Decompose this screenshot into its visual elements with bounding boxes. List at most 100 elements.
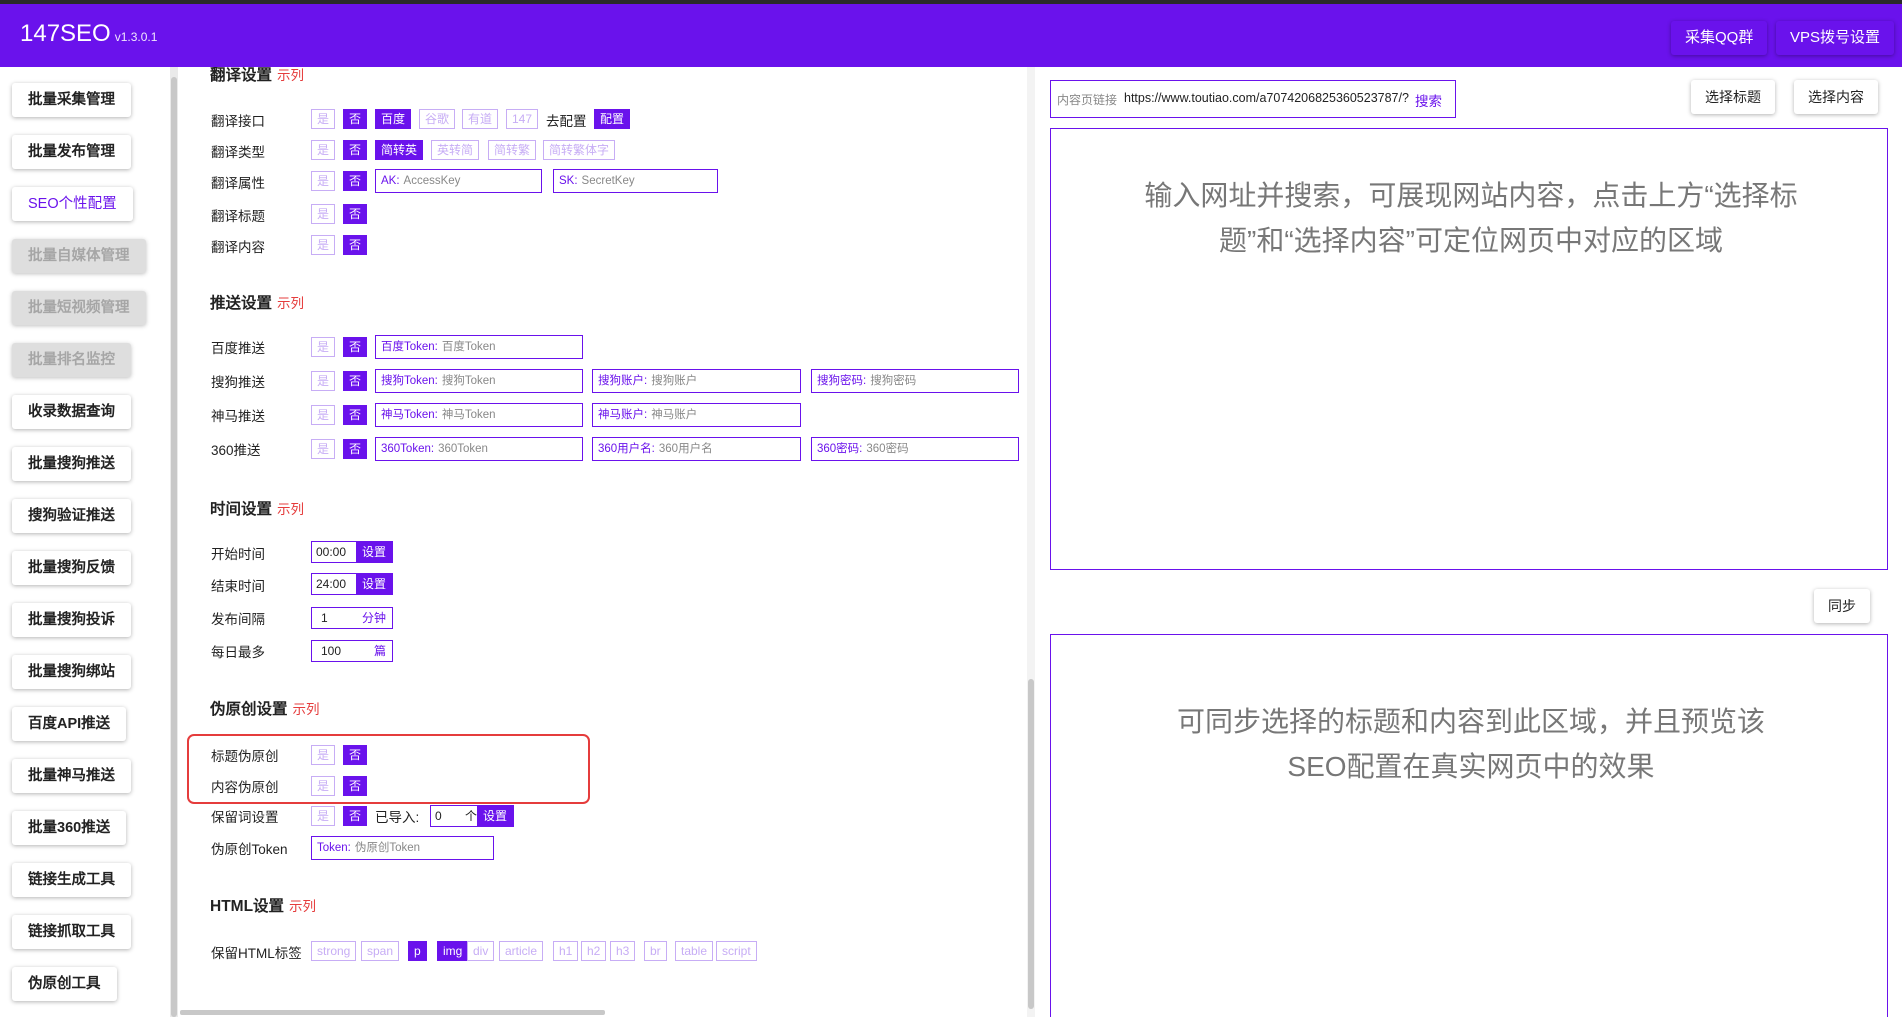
keep-words-no[interactable]: 否 xyxy=(343,806,368,826)
shenma-push-no[interactable]: 否 xyxy=(343,405,368,425)
title-rewrite-yes[interactable]: 是 xyxy=(311,745,336,765)
translate-type-s2t-char[interactable]: 简转繁体字 xyxy=(543,140,616,160)
translate-attr-no[interactable]: 否 xyxy=(343,171,368,191)
translate-type-s2en[interactable]: 简转英 xyxy=(375,140,424,160)
translate-api-youdao[interactable]: 有道 xyxy=(462,109,499,129)
html-tag-br[interactable]: br xyxy=(644,941,667,961)
seo-preview-area[interactable]: 可同步选择的标题和内容到此区域，并且预览该 SEO配置在真实网页中的效果 xyxy=(1050,634,1888,1017)
sidebar-item-18[interactable]: 伪原创工具 xyxy=(12,967,117,1001)
content-rewrite-yes[interactable]: 是 xyxy=(311,776,336,796)
html-tag-table[interactable]: table xyxy=(675,941,714,961)
baidu-push-yes[interactable]: 是 xyxy=(311,337,336,357)
baidu-token-field[interactable]: 百度Token: 百度Token xyxy=(375,335,583,359)
sync-button[interactable]: 同步 xyxy=(1814,589,1870,623)
translate-content-yes[interactable]: 是 xyxy=(311,235,336,255)
sidebar-item-13[interactable]: 百度API推送 xyxy=(12,707,127,741)
html-tag-strong[interactable]: strong xyxy=(311,941,357,961)
select-title-button[interactable]: 选择标题 xyxy=(1691,80,1775,114)
translate-type-no[interactable]: 否 xyxy=(343,140,368,160)
translate-type-yes[interactable]: 是 xyxy=(311,140,336,160)
shenma-push-yes[interactable]: 是 xyxy=(311,405,336,425)
daily-max-input[interactable]: 100 篇 xyxy=(311,640,393,662)
html-tag-img[interactable]: img xyxy=(437,941,469,961)
html-tag-div[interactable]: div xyxy=(467,941,495,961)
end-time-set-button[interactable]: 设置 xyxy=(355,574,392,594)
sidebar-scrollbar[interactable] xyxy=(170,67,178,1017)
settings-horizontal-scroll-thumb[interactable] xyxy=(180,1010,605,1015)
webpage-preview-area[interactable]: 输入网址并搜索，可展现网站内容，点击上方“选择标 题”和“选择内容”可定位网页中… xyxy=(1050,128,1888,570)
s360-username-field[interactable]: 360用户名: 360用户名 xyxy=(592,437,801,461)
sidebar-item-9[interactable]: 搜狗验证推送 xyxy=(12,499,131,533)
start-time-input[interactable]: 00:00 设置 xyxy=(311,541,393,563)
sidebar-item-10[interactable]: 批量搜狗反馈 xyxy=(12,551,131,585)
content-rewrite-no[interactable]: 否 xyxy=(343,776,368,796)
access-key-field[interactable]: AK: AccessKey xyxy=(375,169,542,193)
content-url-box[interactable]: 内容页链接 https://www.toutiao.com/a707420682… xyxy=(1050,80,1456,118)
translate-type-en2s[interactable]: 英转简 xyxy=(431,140,480,160)
sidebar-item-1[interactable]: 批量采集管理 xyxy=(12,83,131,117)
translate-config-button[interactable]: 配置 xyxy=(594,109,631,129)
end-time-input[interactable]: 24:00 设置 xyxy=(311,573,393,595)
sidebar-item-4[interactable]: 批量自媒体管理 xyxy=(12,239,146,273)
sidebar-item-3[interactable]: SEO个性配置 xyxy=(12,187,133,221)
translate-title-yes[interactable]: 是 xyxy=(311,204,336,224)
sidebar-item-16[interactable]: 链接生成工具 xyxy=(12,863,131,897)
sidebar-item-7[interactable]: 收录数据查询 xyxy=(12,395,131,429)
sidebar-item-5[interactable]: 批量短视频管理 xyxy=(12,291,146,325)
translate-type-s2t[interactable]: 简转繁 xyxy=(488,140,537,160)
sogou-push-no[interactable]: 否 xyxy=(343,371,368,391)
translate-api-no[interactable]: 否 xyxy=(343,109,368,129)
html-tag-article[interactable]: article xyxy=(499,941,544,961)
interval-input[interactable]: 1 分钟 xyxy=(311,607,393,629)
shenma-account-field[interactable]: 神马账户: 神马账户 xyxy=(592,403,801,427)
sidebar-item-12[interactable]: 批量搜狗绑站 xyxy=(12,655,131,689)
s360-token-field[interactable]: 360Token: 360Token xyxy=(375,437,583,461)
sidebar-item-15[interactable]: 批量360推送 xyxy=(12,811,127,845)
html-tag-h1[interactable]: h1 xyxy=(553,941,579,961)
push-example-link[interactable]: 示列 xyxy=(277,296,304,311)
shenma-token-field[interactable]: 神马Token: 神马Token xyxy=(375,403,583,427)
html-tag-h2[interactable]: h2 xyxy=(581,941,607,961)
sidebar-item-14[interactable]: 批量神马推送 xyxy=(12,759,131,793)
html-tag-script[interactable]: script xyxy=(716,941,757,961)
content-url-input[interactable]: https://www.toutiao.com/a707420682536052… xyxy=(1124,91,1409,105)
sidebar-item-2[interactable]: 批量发布管理 xyxy=(12,135,131,169)
translate-example-link[interactable]: 示列 xyxy=(277,68,304,83)
imported-count-input[interactable]: 0 个设置 xyxy=(430,805,514,827)
translate-title-no[interactable]: 否 xyxy=(343,204,368,224)
translate-attr-yes[interactable]: 是 xyxy=(311,171,336,191)
translate-api-google[interactable]: 谷歌 xyxy=(419,109,456,129)
sogou-push-yes[interactable]: 是 xyxy=(311,371,336,391)
keep-words-set-button[interactable]: 设置 xyxy=(476,806,513,826)
sidebar-item-8[interactable]: 批量搜狗推送 xyxy=(12,447,131,481)
sogou-account-field[interactable]: 搜狗账户: 搜狗账户 xyxy=(592,369,801,393)
sidebar-item-6[interactable]: 批量排名监控 xyxy=(12,343,131,377)
sidebar-item-17[interactable]: 链接抓取工具 xyxy=(12,915,131,949)
html-tag-h3[interactable]: h3 xyxy=(610,941,636,961)
settings-scroll-thumb[interactable] xyxy=(1028,679,1034,1009)
translate-api-147[interactable]: 147 xyxy=(506,109,539,129)
select-content-button[interactable]: 选择内容 xyxy=(1794,80,1878,114)
rewrite-token-field[interactable]: Token: 伪原创Token xyxy=(311,836,494,860)
start-time-set-button[interactable]: 设置 xyxy=(355,542,392,562)
keep-words-yes[interactable]: 是 xyxy=(311,806,336,826)
sidebar-scroll-thumb[interactable] xyxy=(171,77,177,1017)
secret-key-field[interactable]: SK: SecretKey xyxy=(553,169,718,193)
html-tag-p[interactable]: p xyxy=(408,941,427,961)
s360-push-yes[interactable]: 是 xyxy=(311,439,336,459)
search-button[interactable]: 搜索 xyxy=(1415,90,1442,110)
s360-push-no[interactable]: 否 xyxy=(343,439,368,459)
translate-api-baidu[interactable]: 百度 xyxy=(375,109,412,129)
translate-content-no[interactable]: 否 xyxy=(343,235,368,255)
vps-dial-settings-button[interactable]: VPS拨号设置 xyxy=(1776,21,1895,55)
translate-api-yes[interactable]: 是 xyxy=(311,109,336,129)
s360-password-field[interactable]: 360密码: 360密码 xyxy=(811,437,1019,461)
html-example-link[interactable]: 示列 xyxy=(289,899,316,914)
html-tag-span[interactable]: span xyxy=(361,941,400,961)
sogou-token-field[interactable]: 搜狗Token: 搜狗Token xyxy=(375,369,583,393)
sogou-password-field[interactable]: 搜狗密码: 搜狗密码 xyxy=(811,369,1019,393)
time-example-link[interactable]: 示列 xyxy=(277,502,304,517)
sidebar-item-11[interactable]: 批量搜狗投诉 xyxy=(12,603,131,637)
rewrite-example-link[interactable]: 示列 xyxy=(293,702,320,717)
baidu-push-no[interactable]: 否 xyxy=(343,337,368,357)
